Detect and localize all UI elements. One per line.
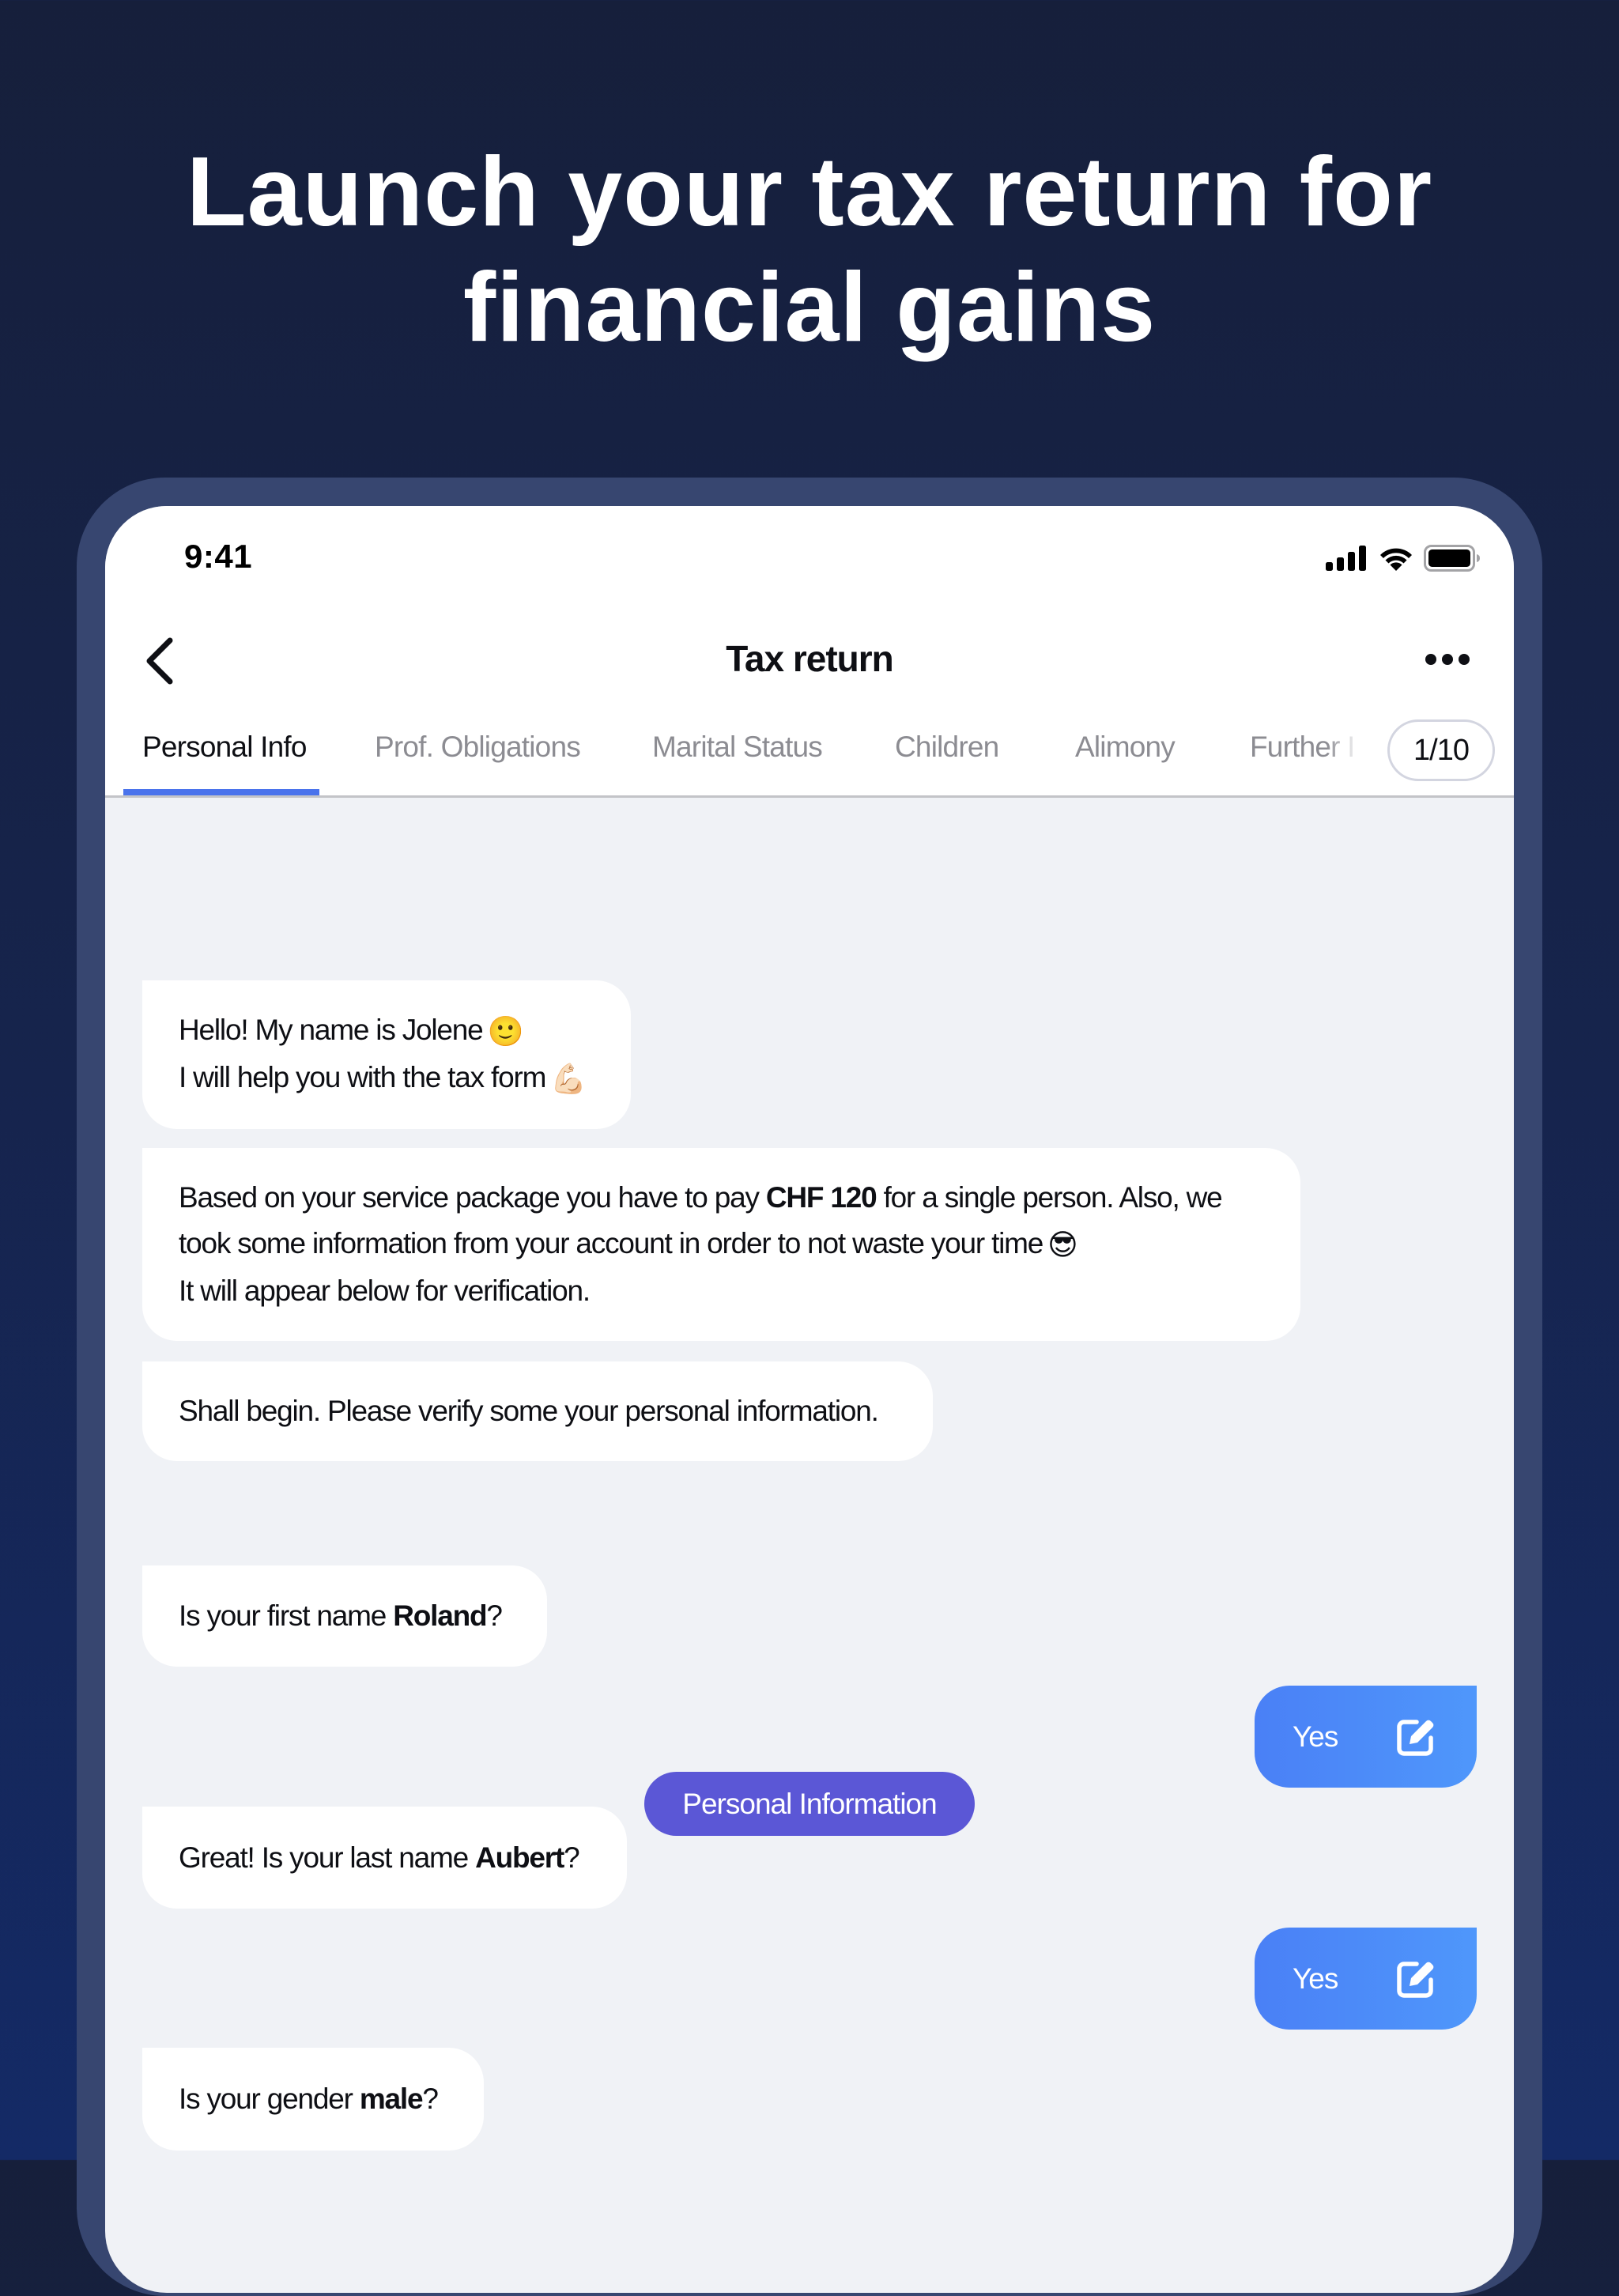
reply-text: Yes — [1293, 1720, 1338, 1753]
message-text: Great! Is your last name — [179, 1841, 476, 1874]
wifi-icon — [1380, 548, 1412, 571]
message-text: Is your first name — [179, 1599, 394, 1632]
tab-prof-obligations[interactable]: Prof. Obligations — [375, 731, 581, 764]
headline-line-1: Launch your tax return for — [186, 138, 1433, 247]
assistant-message: Great! Is your last name Aubert? — [142, 1807, 627, 1909]
flexed-biceps-icon: 💪🏻 — [550, 1063, 587, 1096]
tab-alimony[interactable]: Alimony — [1075, 731, 1176, 764]
sunglasses-face-icon: 😎 — [1047, 1229, 1078, 1262]
app-header: 9:41 Tax return Personal Info Prof. Obli… — [105, 506, 1514, 798]
message-text: ? — [422, 2083, 439, 2115]
message-text: ? — [486, 1599, 503, 1632]
assistant-message: Shall begin. Please verify some your per… — [142, 1361, 933, 1461]
section-label-personal-information[interactable]: Personal Information — [644, 1772, 975, 1836]
message-text: for a single person. Also, we — [876, 1180, 1223, 1214]
more-horizontal-icon-dot — [1442, 654, 1453, 665]
step-indicator: 1/10 — [1387, 719, 1495, 781]
edit-icon[interactable] — [1396, 1959, 1437, 1999]
status-time: 9:41 — [184, 538, 253, 575]
message-text: Based on your service package you have t… — [179, 1180, 766, 1214]
message-line: took some information from your account … — [179, 1221, 1264, 1268]
status-icons — [1326, 541, 1481, 576]
message-text: Hello! My name is Jolene — [179, 1013, 484, 1046]
user-reply-last-name[interactable]: Yes — [1255, 1928, 1477, 2030]
cellular-signal-icon — [1326, 546, 1366, 571]
message-text: Is your gender — [179, 2083, 360, 2115]
section-tabs: Personal Info Prof. Obligations Marital … — [105, 719, 1514, 798]
price-highlight: CHF 120 — [765, 1180, 877, 1214]
last-name-value: Aubert — [475, 1841, 564, 1874]
assistant-message: Is your gender male? — [142, 2048, 484, 2151]
assistant-message: Based on your service package you have t… — [142, 1148, 1300, 1341]
assistant-message: Is your first name Roland? — [142, 1565, 547, 1667]
message-line: Is your first name Roland? — [179, 1593, 511, 1639]
marketing-headline: Launch your tax return for financial gai… — [0, 134, 1619, 365]
message-text: ? — [564, 1841, 580, 1874]
tabs-fade-overlay — [1327, 719, 1374, 791]
device-screen: 9:41 Tax return Personal Info Prof. Obli… — [105, 506, 1514, 2293]
page-title: Tax return — [726, 638, 894, 679]
assistant-message: Hello! My name is Jolene 🙂 I will help yo… — [142, 980, 631, 1129]
message-text: I will help you with the tax form — [179, 1061, 546, 1093]
tab-children[interactable]: Children — [895, 731, 999, 764]
message-text: Shall begin. Please verify some your per… — [179, 1395, 879, 1427]
headline-line-2: financial gains — [462, 253, 1157, 362]
message-line: Is your gender male? — [179, 2076, 447, 2122]
gender-value: male — [359, 2083, 424, 2115]
battery-icon — [1424, 545, 1480, 572]
more-options-button[interactable] — [1425, 645, 1470, 674]
more-horizontal-icon-dot — [1425, 654, 1436, 665]
message-line: Great! Is your last name Aubert? — [179, 1835, 591, 1881]
first-name-value: Roland — [393, 1599, 487, 1632]
message-text: took some information from your account … — [179, 1226, 1043, 1259]
message-line: I will help you with the tax form 💪🏻 — [179, 1055, 594, 1102]
message-line: Based on your service package you have t… — [179, 1175, 1264, 1221]
user-reply-first-name[interactable]: Yes — [1255, 1686, 1477, 1788]
edit-icon[interactable] — [1396, 1717, 1437, 1757]
reply-text: Yes — [1293, 1962, 1338, 1995]
tab-personal-info[interactable]: Personal Info — [142, 731, 307, 764]
tab-marital-status[interactable]: Marital Status — [652, 731, 823, 764]
message-line: Hello! My name is Jolene 🙂 — [179, 1007, 594, 1055]
message-line: It will appear below for verification. — [179, 1275, 591, 1308]
more-horizontal-icon-dot — [1459, 654, 1470, 665]
slightly-smiling-face-icon: 🙂 — [487, 1015, 524, 1048]
chat-thread: Hello! My name is Jolene 🙂 I will help yo… — [105, 796, 1514, 2293]
